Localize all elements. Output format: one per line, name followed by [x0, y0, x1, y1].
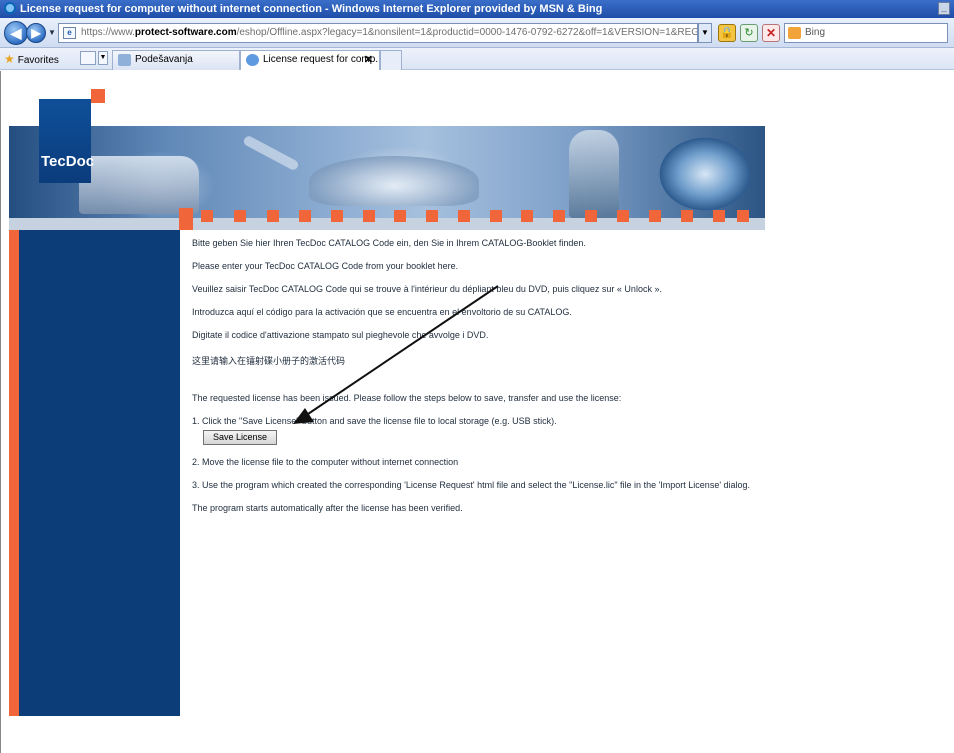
quick-tabs-icon[interactable] [80, 51, 96, 65]
tab-podesavanja[interactable]: Podešavanja [112, 50, 240, 70]
favorites-button[interactable]: ★ Favorites [4, 51, 59, 67]
back-button[interactable]: ◀ [4, 21, 28, 45]
favorites-label: Favorites [17, 55, 59, 66]
tab-list-dropdown[interactable]: ▼ [98, 51, 108, 65]
ie-page-icon [246, 54, 259, 66]
tab-license-request[interactable]: License request for comp... ✕ [240, 50, 380, 70]
arrow-line [307, 285, 499, 415]
window-titlebar: License request for computer without int… [0, 0, 954, 18]
page-viewport: TecDoc Bitte geben Sie hier Ihren TecDoc… [0, 71, 954, 753]
refresh-icon[interactable]: ↻ [740, 24, 758, 42]
forward-button[interactable]: ▶ [26, 23, 46, 43]
stop-icon[interactable]: ✕ [762, 24, 780, 42]
address-bar[interactable]: e https://www.protect-software.com/eshop… [58, 23, 698, 43]
close-tab-icon[interactable]: ✕ [364, 51, 373, 69]
annotation-arrow [293, 285, 499, 424]
arrow-head-icon [293, 408, 314, 424]
bing-icon [788, 27, 801, 39]
address-domain: protect-software.com [134, 27, 237, 38]
lock-icon[interactable]: 🔒 [718, 24, 736, 42]
search-text: Bing [805, 27, 826, 38]
navigation-bar: ◀ ▶ ▼ e https://www.protect-software.com… [0, 18, 954, 48]
ie-icon [4, 2, 16, 14]
address-path: /eshop/Offline.aspx?legacy=1&nonsilent=1… [236, 27, 698, 38]
tab-label: Podešavanja [135, 54, 193, 65]
page-icon: e [63, 27, 76, 39]
star-icon: ★ [4, 52, 15, 66]
tab-label: License request for comp... [263, 54, 380, 65]
search-box[interactable]: Bing [784, 23, 948, 43]
recent-pages-dropdown[interactable]: ▼ [48, 28, 56, 38]
minimize-button[interactable]: _ [938, 2, 950, 15]
new-tab-button[interactable] [380, 50, 402, 70]
window-title: License request for computer without int… [20, 3, 603, 15]
favorites-bar: ★ Favorites ▼ Podešavanja License request… [0, 48, 954, 70]
cart-icon [118, 54, 131, 66]
address-scheme: https://www. [81, 27, 135, 38]
address-dropdown[interactable]: ▼ [698, 23, 712, 43]
